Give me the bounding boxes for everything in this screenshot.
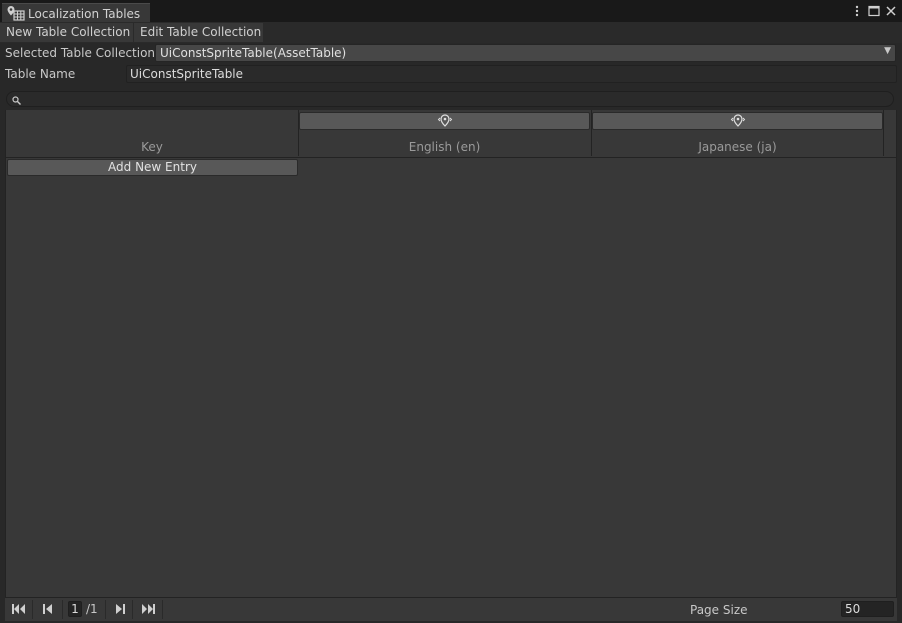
table-header: Key English (en) Japanese (ja)	[6, 110, 896, 158]
locale-settings-button-ja[interactable]	[592, 112, 883, 130]
locale-settings-icon	[730, 114, 746, 128]
column-divider[interactable]	[883, 110, 884, 156]
first-page-icon	[12, 604, 25, 614]
localization-table-icon	[7, 5, 25, 21]
selected-collection-dropdown[interactable]: UiConstSpriteTable(AssetTable) ▼	[155, 44, 896, 62]
current-page-field[interactable]: 1	[68, 601, 82, 617]
last-page-icon	[142, 604, 155, 614]
last-page-button[interactable]	[135, 600, 163, 619]
column-header-english[interactable]: English (en)	[299, 140, 590, 154]
locale-settings-icon	[437, 114, 453, 128]
pagination-bar: 1 /1 Page Size 50	[5, 597, 897, 621]
new-table-collection-button[interactable]: New Table Collection	[0, 23, 133, 42]
window-tab-title: Localization Tables	[28, 7, 141, 21]
maximize-icon[interactable]	[867, 3, 881, 19]
previous-page-icon	[43, 604, 52, 614]
selected-collection-value: UiConstSpriteTable(AssetTable)	[160, 46, 347, 60]
table-area: Key English (en) Japanese (ja) Add New E…	[5, 110, 897, 597]
toolbar: New Table Collection Edit Table Collecti…	[0, 22, 902, 43]
window-tab-bar: Localization Tables	[0, 0, 902, 22]
table-name-label: Table Name	[5, 67, 76, 81]
next-page-button[interactable]	[105, 600, 133, 619]
edit-table-collection-button[interactable]: Edit Table Collection	[134, 23, 263, 42]
page-size-label: Page Size	[690, 603, 748, 617]
dropdown-arrow-icon: ▼	[884, 46, 891, 56]
add-new-entry-button[interactable]: Add New Entry	[7, 159, 298, 176]
total-pages: /1	[86, 602, 98, 616]
column-header-key[interactable]: Key	[6, 140, 298, 154]
table-name-row: Table Name UiConstSpriteTable	[0, 64, 902, 84]
close-icon[interactable]	[884, 3, 898, 19]
locale-settings-button-en[interactable]	[299, 112, 590, 130]
selected-collection-label: Selected Table Collection	[5, 46, 156, 60]
search-input[interactable]	[6, 91, 894, 107]
column-header-japanese[interactable]: Japanese (ja)	[592, 140, 883, 154]
search-icon	[12, 94, 21, 105]
table-name-field[interactable]: UiConstSpriteTable	[126, 65, 897, 83]
previous-page-button[interactable]	[35, 600, 63, 619]
selected-collection-row: Selected Table Collection UiConstSpriteT…	[0, 43, 902, 63]
window-tab[interactable]: Localization Tables	[2, 3, 150, 22]
page-size-field[interactable]: 50	[841, 601, 894, 617]
first-page-button[interactable]	[5, 600, 33, 619]
next-page-icon	[116, 604, 125, 614]
table-name-value: UiConstSpriteTable	[130, 67, 244, 81]
kebab-menu-icon[interactable]	[850, 3, 864, 19]
